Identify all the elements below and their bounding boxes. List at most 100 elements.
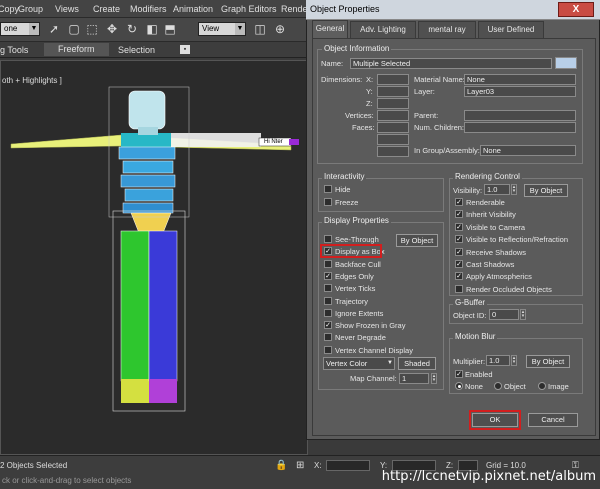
render-option-label: Apply Atmospherics (466, 272, 532, 282)
snap-icon[interactable]: ⊕ (272, 21, 288, 37)
scale-icon[interactable]: ⬒ (162, 21, 178, 37)
display-option-checkbox[interactable] (324, 235, 332, 243)
character-tag: Hi Nter (264, 139, 283, 145)
render-option-checkbox[interactable]: ✓ (455, 260, 463, 268)
menu-modifiers[interactable]: Modifiers (130, 4, 167, 14)
blur-image-radio[interactable] (538, 382, 546, 390)
ribbon-toggle-icon[interactable]: ▪ (180, 45, 190, 54)
absolute-mode-icon[interactable]: ⊞ (296, 460, 304, 471)
select-scale-icon[interactable]: ◧ (144, 21, 160, 37)
render-option-checkbox[interactable]: ✓ (455, 210, 463, 219)
dim-z-field (377, 98, 409, 109)
display-option-label: Show Frozen in Gray (335, 321, 406, 331)
object-id-spinner[interactable]: ▴ ▾ (520, 309, 526, 320)
dimensions-label: Dimensions: (321, 75, 363, 84)
menu-rendering[interactable]: Rende (281, 4, 308, 14)
display-option-label: Never Degrade (335, 333, 386, 343)
render-option-label: Cast Shadows (466, 260, 515, 269)
tab-user-defined[interactable]: User Defined (478, 21, 544, 38)
window-crossing-icon[interactable]: ⬚ (84, 21, 100, 37)
render-option-checkbox[interactable]: ✓ (455, 247, 463, 256)
tab-adv-lighting[interactable]: Adv. Lighting (350, 21, 416, 38)
group-assembly-field: None (480, 145, 576, 156)
dim-x-label: X: (366, 75, 374, 84)
display-option-checkbox[interactable] (324, 259, 332, 268)
dim-z-label: Z: (366, 99, 373, 108)
rendering-by-object-button[interactable]: By Object (524, 184, 568, 197)
multiplier-label: Multiplier: (453, 357, 486, 366)
shaded-button[interactable]: Shaded (398, 357, 436, 370)
prompt-hint: ck or click-and-drag to select objects (2, 476, 132, 485)
close-button[interactable]: X (558, 2, 594, 17)
group-assembly-label: In Group/Assembly: (414, 146, 480, 155)
menu-group[interactable]: Group (18, 4, 43, 14)
display-option-checkbox[interactable]: ✓ (324, 321, 332, 330)
vertices-field (377, 110, 409, 121)
display-option-checkbox[interactable] (324, 345, 332, 354)
menu-animation[interactable]: Animation (173, 4, 213, 14)
multiplier-spinner[interactable]: ▴ ▾ (511, 355, 517, 366)
blur-none-radio[interactable] (455, 382, 463, 390)
menu-views[interactable]: Views (55, 4, 79, 14)
select-region-icon[interactable]: ▢ (66, 21, 82, 37)
visibility-spinner[interactable]: ▴ ▾ (511, 184, 517, 195)
lock-icon[interactable]: 🔒 (275, 460, 287, 471)
display-option-checkbox[interactable] (324, 284, 332, 293)
enabled-checkbox[interactable]: ✓ (455, 370, 463, 378)
tab-mental-ray[interactable]: mental ray (418, 21, 476, 38)
display-as-box-highlight (320, 244, 382, 258)
display-option-label: Vertex Ticks (335, 284, 376, 294)
ribbon-tab-freeform[interactable]: Freeform (44, 43, 109, 56)
map-channel-field[interactable]: 1 (399, 373, 429, 384)
freeze-checkbox[interactable] (324, 198, 332, 206)
vertex-color-dropdown[interactable]: Vertex Color ▼ (323, 357, 395, 370)
render-option-checkbox[interactable]: ✓ (455, 272, 463, 281)
motion-blur-by-object-button[interactable]: By Object (526, 355, 570, 368)
render-option-checkbox[interactable] (455, 284, 463, 293)
select-rotate-icon[interactable]: ↻ (124, 21, 140, 37)
blur-object-radio[interactable] (494, 382, 502, 390)
menu-create[interactable]: Create (93, 4, 120, 14)
watermark-url: http://lccnetvip.pixnet.net/album (381, 469, 596, 484)
render-option-label: Receive Shadows (466, 247, 527, 257)
character-model (10, 86, 299, 412)
ok-highlight (469, 410, 521, 430)
select-move-icon[interactable]: ✥ (104, 21, 120, 37)
tab-general[interactable]: General (312, 20, 348, 39)
render-option-checkbox[interactable]: ✓ (455, 198, 463, 206)
reference-coordinate-dropdown[interactable]: View ▼ (198, 22, 246, 36)
display-by-object-button[interactable]: By Object (396, 234, 438, 247)
render-option-checkbox[interactable]: ✓ (455, 222, 463, 231)
menu-copy[interactable]: Copy (0, 4, 19, 14)
display-option-label: Backface Cull (335, 259, 381, 269)
display-option-checkbox[interactable] (324, 296, 332, 305)
faces-field (377, 122, 409, 133)
display-option-checkbox[interactable] (324, 308, 332, 317)
display-properties-title: Display Properties (322, 216, 391, 225)
display-option-checkbox[interactable]: ✓ (324, 271, 332, 280)
chevron-down-icon: ▼ (235, 23, 245, 35)
extra-field-2 (377, 146, 409, 157)
object-id-label: Object ID: (453, 311, 487, 320)
selection-filter-value: one (4, 24, 18, 33)
cancel-button[interactable]: Cancel (528, 413, 578, 427)
render-option-checkbox[interactable]: ✓ (455, 235, 463, 244)
ribbon-tab-modeling-tools[interactable]: g Tools (0, 45, 28, 55)
hide-checkbox[interactable] (324, 185, 332, 193)
name-field[interactable]: Multiple Selected (350, 58, 552, 69)
visibility-field[interactable]: 1.0 (484, 184, 510, 195)
ribbon-tab-selection[interactable]: Selection (118, 45, 155, 55)
display-option-checkbox[interactable] (324, 333, 332, 342)
multiplier-field[interactable]: 1.0 (486, 355, 510, 366)
object-id-field[interactable]: 0 (489, 309, 519, 320)
object-color-swatch[interactable] (555, 57, 577, 69)
perspective-viewport[interactable]: Hi Nter (0, 60, 308, 455)
blur-object-label: Object (504, 382, 526, 391)
viewport-label[interactable]: oth + Highlights ] (2, 76, 62, 85)
select-object-icon[interactable]: ➚ (46, 21, 62, 37)
map-channel-spinner[interactable]: ▴ ▾ (431, 373, 437, 384)
x-coord-field[interactable] (326, 460, 370, 471)
menu-graph-editors[interactable]: Graph Editors (221, 4, 277, 14)
selection-filter-dropdown[interactable]: one ▼ (0, 22, 40, 36)
pivot-icon[interactable]: ◫ (252, 21, 268, 37)
